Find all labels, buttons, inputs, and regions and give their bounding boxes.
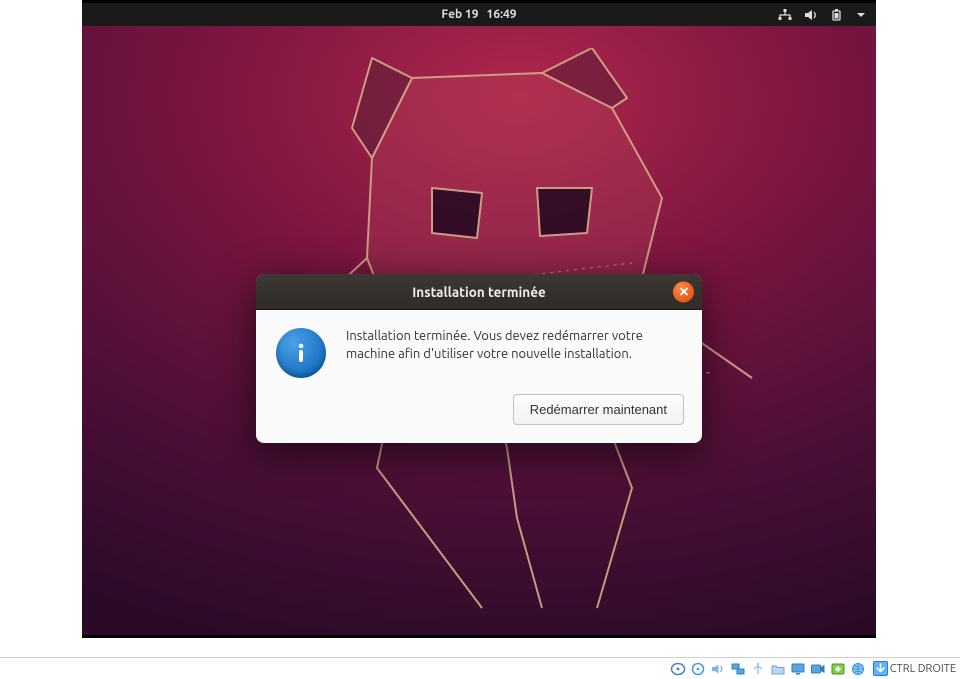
vb-harddisk-icon[interactable] — [669, 661, 687, 677]
network-icon — [778, 9, 792, 21]
info-icon — [276, 328, 326, 378]
vb-recording-icon[interactable] — [809, 661, 827, 677]
vb-hostkey-indicator[interactable]: CTRL DROITE — [873, 661, 956, 676]
virtualbox-status-bar: CTRL DROITE — [0, 657, 960, 679]
dialog-message: Installation terminée. Vous devez redéma… — [346, 328, 682, 363]
dialog-titlebar[interactable]: Installation terminée — [256, 274, 702, 310]
date-label: Feb 19 — [441, 8, 478, 21]
vb-usb-icon[interactable] — [749, 661, 767, 677]
time-label: 16:49 — [487, 8, 517, 21]
volume-icon — [804, 9, 818, 21]
dialog-actions: Redémarrer maintenant — [256, 394, 702, 443]
vb-network-icon[interactable] — [729, 661, 747, 677]
system-tray[interactable] — [778, 9, 866, 21]
vb-display-icon[interactable] — [789, 661, 807, 677]
vm-screen: Feb 19 16:49 Installatio — [82, 0, 876, 638]
hostkey-label: CTRL DROITE — [890, 663, 956, 675]
vb-shared-folder-icon[interactable] — [769, 661, 787, 677]
close-icon — [679, 287, 689, 297]
gnome-top-bar: Feb 19 16:49 — [82, 3, 876, 26]
battery-icon — [830, 9, 844, 21]
page-gutter-right — [876, 0, 960, 657]
page-gutter-left — [0, 0, 82, 657]
dialog-body: Installation terminée. Vous devez redéma… — [256, 310, 702, 394]
ubuntu-desktop: Feb 19 16:49 Installatio — [82, 3, 876, 635]
dialog-title-text: Installation terminée — [412, 284, 546, 300]
vb-audio-icon[interactable] — [709, 661, 727, 677]
restart-now-button[interactable]: Redémarrer maintenant — [513, 394, 684, 425]
vb-optical-icon[interactable] — [689, 661, 707, 677]
vb-mouse-integration-icon[interactable] — [849, 661, 867, 677]
arrow-down-icon — [873, 661, 888, 676]
installation-complete-dialog: Installation terminée Installation termi… — [256, 274, 702, 443]
clock[interactable]: Feb 19 16:49 — [441, 8, 516, 21]
vb-guest-additions-icon[interactable] — [829, 661, 847, 677]
chevron-down-icon — [856, 10, 866, 20]
close-button[interactable] — [673, 281, 694, 302]
